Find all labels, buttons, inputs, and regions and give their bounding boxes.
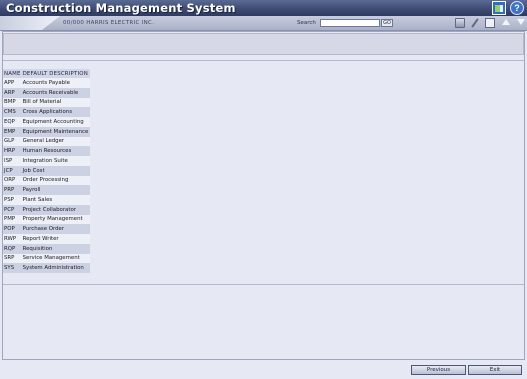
header-panel bbox=[3, 33, 524, 55]
app-code[interactable]: HRP bbox=[3, 146, 22, 156]
app-code[interactable]: PRP bbox=[3, 185, 22, 195]
app-description[interactable]: Order Processing bbox=[21, 175, 90, 186]
table-row[interactable]: PCP Project Collaborator bbox=[3, 204, 90, 215]
table-row[interactable]: PMP Property Management bbox=[3, 214, 90, 225]
table-row[interactable]: ISP Integration Suite bbox=[3, 156, 90, 166]
app-description[interactable]: Requisition bbox=[21, 243, 90, 254]
exit-button[interactable]: Exit bbox=[468, 365, 522, 375]
app-code[interactable]: BMP bbox=[3, 97, 22, 108]
app-code[interactable]: PCP bbox=[3, 204, 22, 215]
app-code[interactable]: PMP bbox=[3, 214, 22, 225]
app-code[interactable]: EQP bbox=[3, 117, 22, 127]
column-header-description: DEFAULT DESCRIPTION bbox=[21, 69, 90, 78]
app-code[interactable]: GLP bbox=[3, 136, 22, 147]
app-code[interactable]: SRP bbox=[3, 253, 22, 264]
app-description[interactable]: Human Resources bbox=[21, 146, 90, 156]
toolbar: 00/000 HARRIS ELECTRIC INC. Search GO bbox=[0, 16, 527, 31]
app-description[interactable]: Report Writer bbox=[21, 234, 90, 244]
copy-icon[interactable] bbox=[485, 18, 495, 28]
company-name: 00/000 HARRIS ELECTRIC INC. bbox=[63, 20, 155, 26]
app-description[interactable]: Service Management bbox=[21, 253, 90, 264]
window-icon[interactable] bbox=[492, 1, 506, 15]
app-code[interactable]: POP bbox=[3, 224, 22, 234]
table-row[interactable]: ARP Accounts Receivable bbox=[3, 87, 90, 98]
app-description[interactable]: Cross Applications bbox=[21, 107, 90, 117]
divider bbox=[3, 284, 524, 285]
app-code[interactable]: PSP bbox=[3, 195, 22, 205]
search-label: Search bbox=[297, 20, 316, 26]
table-row[interactable]: ORP Order Processing bbox=[3, 175, 90, 186]
divider bbox=[3, 60, 524, 61]
table-row[interactable]: EQP Equipment Accounting bbox=[3, 117, 90, 127]
table-row[interactable]: APP Accounts Payable bbox=[3, 78, 90, 88]
app-code[interactable]: ISP bbox=[3, 156, 22, 166]
table-row[interactable]: PSP Plant Sales bbox=[3, 195, 90, 205]
column-header-name: NAME bbox=[3, 69, 22, 78]
table-header-row: NAME DEFAULT DESCRIPTION bbox=[3, 69, 90, 78]
app-description[interactable]: Accounts Payable bbox=[21, 78, 90, 88]
app-description[interactable]: Equipment Accounting bbox=[21, 117, 90, 127]
app-code[interactable]: ORP bbox=[3, 175, 22, 186]
app-description[interactable]: Equipment Maintenance bbox=[21, 126, 90, 137]
table-row[interactable]: BMP Bill of Material bbox=[3, 97, 90, 108]
search-go-button[interactable]: GO bbox=[381, 19, 393, 27]
table-row[interactable]: JCP Job Cost bbox=[3, 165, 90, 176]
app-code[interactable]: CMS bbox=[3, 107, 22, 117]
app-code[interactable]: APP bbox=[3, 78, 22, 88]
table-row[interactable]: HRP Human Resources bbox=[3, 146, 90, 156]
app-code[interactable]: JCP bbox=[3, 165, 22, 176]
search-input[interactable] bbox=[320, 19, 380, 27]
previous-button[interactable]: Previous bbox=[411, 365, 466, 375]
app-code[interactable]: RQP bbox=[3, 243, 22, 254]
app-description[interactable]: Accounts Receivable bbox=[21, 87, 90, 98]
table-row[interactable]: RQP Requisition bbox=[3, 243, 90, 254]
app-description[interactable]: Plant Sales bbox=[21, 195, 90, 205]
edit-icon[interactable] bbox=[470, 18, 480, 28]
applications-table: NAME DEFAULT DESCRIPTION APP Accounts Pay… bbox=[3, 69, 90, 273]
title-bar: Construction Management System ? bbox=[0, 0, 527, 16]
app-code[interactable]: RWP bbox=[3, 234, 22, 244]
app-description[interactable]: Bill of Material bbox=[21, 97, 90, 108]
app-description[interactable]: Property Management bbox=[21, 214, 90, 225]
table-row[interactable]: POP Purchase Order bbox=[3, 224, 90, 234]
app-code[interactable]: SYS bbox=[3, 263, 22, 273]
app-description[interactable]: Purchase Order bbox=[21, 224, 90, 234]
up-arrow-icon[interactable] bbox=[502, 19, 510, 25]
print-icon[interactable] bbox=[455, 18, 465, 28]
table-row[interactable]: GLP General Ledger bbox=[3, 136, 90, 147]
app-description[interactable]: Project Collaborator bbox=[21, 204, 90, 215]
help-icon[interactable]: ? bbox=[510, 1, 524, 15]
down-arrow-icon[interactable] bbox=[517, 19, 525, 25]
table-row[interactable]: SYS System Administration bbox=[3, 263, 90, 273]
table-row[interactable]: RWP Report Writer bbox=[3, 234, 90, 244]
app-code[interactable]: EMP bbox=[3, 126, 22, 137]
table-row[interactable]: CMS Cross Applications bbox=[3, 107, 90, 117]
table-row[interactable]: SRP Service Management bbox=[3, 253, 90, 264]
app-code[interactable]: ARP bbox=[3, 87, 22, 98]
app-description[interactable]: General Ledger bbox=[21, 136, 90, 147]
app-description[interactable]: System Administration bbox=[21, 263, 90, 273]
table-row[interactable]: PRP Payroll bbox=[3, 185, 90, 195]
app-title: Construction Management System bbox=[6, 1, 236, 15]
app-description[interactable]: Payroll bbox=[21, 185, 90, 195]
table-row[interactable]: EMP Equipment Maintenance bbox=[3, 126, 90, 137]
app-description[interactable]: Job Cost bbox=[21, 165, 90, 176]
app-description[interactable]: Integration Suite bbox=[21, 156, 90, 166]
